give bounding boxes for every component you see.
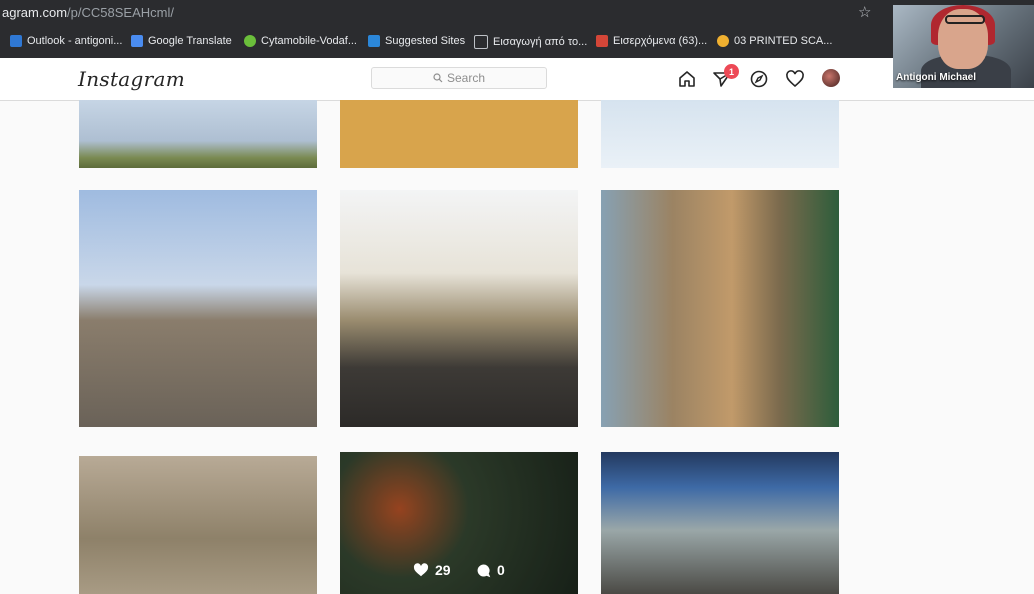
bookmark-label: Outlook - antigoni...	[27, 35, 123, 47]
browser-address-bar[interactable]: agram.com/p/CC58SEAHcml/ ☆	[0, 0, 1034, 26]
bookmark-label: Suggested Sites	[385, 35, 466, 47]
bookmark-import-folder[interactable]: Εισαγωγή από το...	[474, 35, 587, 49]
bookmark-label: Google Translate	[148, 35, 232, 47]
participant-name: Antigoni Michael	[896, 72, 976, 83]
url-path: /p/CC58SEAHcml/	[67, 5, 174, 20]
bookmark-label: Εισαγωγή από το...	[493, 36, 588, 48]
bookmarks-bar: Outlook - antigoni... Google Translate C…	[0, 26, 1034, 59]
comments-value: 0	[497, 562, 505, 578]
bookmark-gmail[interactable]: Εισερχόμενα (63)...	[596, 35, 707, 47]
profile-avatar[interactable]	[822, 69, 840, 87]
bookmark-cytamobile[interactable]: Cytamobile-Vodaf...	[244, 35, 357, 47]
gmail-icon	[596, 35, 608, 47]
cytamobile-icon	[244, 35, 256, 47]
search-icon	[433, 73, 443, 83]
post-thumbnail[interactable]	[601, 100, 839, 168]
post-thumbnail[interactable]	[79, 100, 317, 168]
search-placeholder: Search	[446, 71, 486, 85]
likes-count: 29	[413, 562, 451, 578]
activity-heart-icon[interactable]	[784, 68, 806, 90]
folder-icon	[474, 35, 488, 49]
hover-overlay[interactable]	[340, 452, 578, 594]
instagram-logo[interactable]: Instagram	[78, 67, 185, 91]
likes-value: 29	[435, 562, 451, 578]
notification-badge: 1	[724, 64, 739, 79]
comments-count: 0	[476, 562, 505, 578]
comment-icon	[477, 563, 491, 577]
url-host: agram.com	[2, 5, 68, 20]
search-input[interactable]: Search	[371, 67, 547, 89]
outlook-icon	[10, 35, 22, 47]
post-thumbnail[interactable]	[340, 190, 578, 427]
post-thumbnail[interactable]	[79, 190, 317, 427]
post-thumbnail[interactable]	[340, 100, 578, 168]
bookmark-printed-sca[interactable]: 03 PRINTED SCA...	[717, 35, 832, 47]
participant-glasses	[945, 15, 985, 24]
instagram-header: Instagram Search	[0, 58, 1034, 101]
heart-icon	[413, 563, 429, 577]
bookmark-label: Cytamobile-Vodaf...	[261, 35, 357, 47]
bookmark-label: Εισερχόμενα (63)...	[613, 35, 708, 47]
bookmark-google-translate[interactable]: Google Translate	[131, 35, 232, 47]
post-thumbnail[interactable]	[601, 452, 839, 594]
home-icon[interactable]	[676, 68, 698, 90]
explore-icon[interactable]	[748, 68, 770, 90]
bing-icon	[368, 35, 380, 47]
post-thumbnail[interactable]	[79, 456, 317, 594]
url-text[interactable]: agram.com/p/CC58SEAHcml/	[2, 5, 174, 20]
translate-icon	[131, 35, 143, 47]
bookmark-suggested-sites[interactable]: Suggested Sites	[368, 35, 465, 47]
bookmark-star-icon[interactable]: ☆	[858, 3, 871, 21]
bookmark-label: 03 PRINTED SCA...	[734, 35, 833, 47]
circle-icon	[717, 35, 729, 47]
post-thumbnail[interactable]	[601, 190, 839, 427]
bookmark-outlook[interactable]: Outlook - antigoni...	[10, 35, 122, 47]
